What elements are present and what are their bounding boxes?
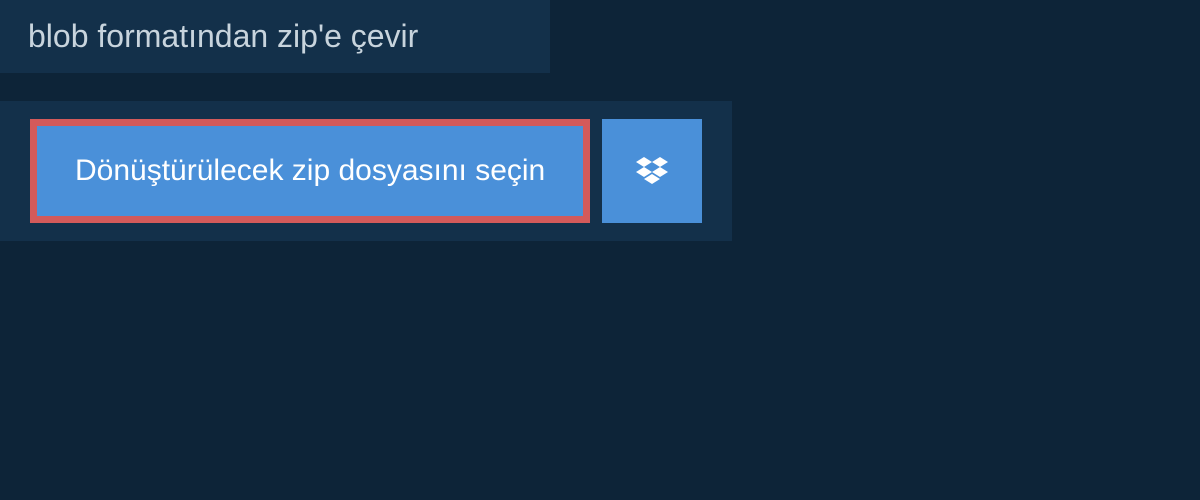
select-file-button[interactable]: Dönüştürülecek zip dosyasını seçin: [30, 119, 590, 223]
header-bar: blob formatından zip'e çevir: [0, 0, 550, 73]
select-file-label: Dönüştürülecek zip dosyasını seçin: [75, 154, 545, 188]
page-title: blob formatından zip'e çevir: [28, 18, 522, 55]
content-area: Dönüştürülecek zip dosyasını seçin: [0, 101, 732, 241]
dropbox-button[interactable]: [602, 119, 702, 223]
dropbox-icon: [636, 157, 668, 185]
